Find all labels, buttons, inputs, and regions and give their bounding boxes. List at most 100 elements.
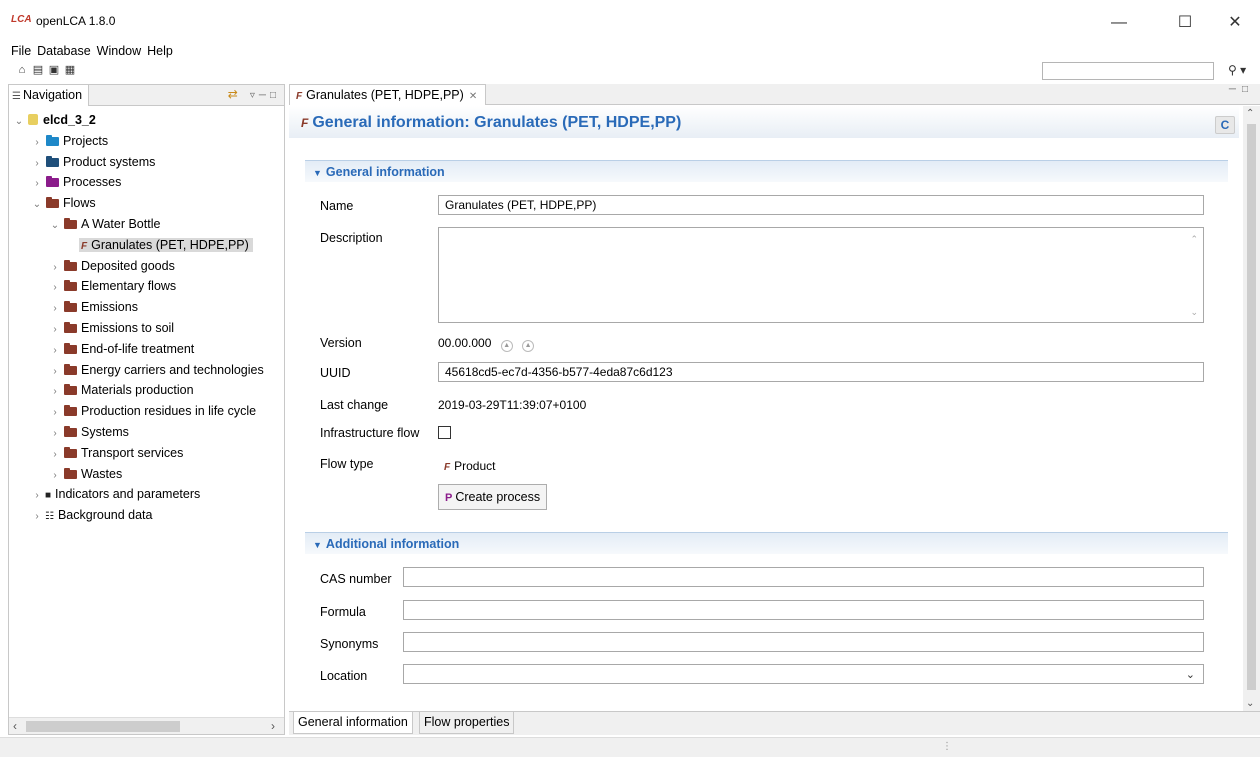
name-field[interactable]: Granulates (PET, HDPE,PP) xyxy=(438,195,1204,215)
scroll-down-icon[interactable]: ⌄ xyxy=(1190,307,1198,318)
cas-number-field[interactable] xyxy=(403,567,1204,587)
link-with-editor-icon[interactable]: ⇄ xyxy=(228,87,242,101)
chevron-right-icon[interactable]: › xyxy=(49,258,61,279)
formula-field[interactable] xyxy=(403,600,1204,620)
close-window-button[interactable]: ✕ xyxy=(1212,8,1258,38)
folder-icon xyxy=(46,134,59,146)
tree-item[interactable]: › Deposited goods xyxy=(9,256,284,277)
chevron-right-icon[interactable]: › xyxy=(49,278,61,299)
tree-item-label: End-of-life treatment xyxy=(81,341,195,356)
close-tab-icon[interactable]: ✕ xyxy=(469,91,477,102)
tree-item[interactable]: › Projects xyxy=(9,131,284,152)
chevron-right-icon[interactable]: › xyxy=(49,445,61,466)
chevron-down-icon[interactable]: ⌄ xyxy=(1186,666,1195,684)
description-field[interactable]: ⌃ ⌄ xyxy=(438,227,1204,323)
chevron-down-icon[interactable]: ⌄ xyxy=(49,216,61,237)
version-value-row: 00.00.000 ▲ ▲ xyxy=(438,336,535,352)
refresh-button[interactable]: C xyxy=(1215,116,1235,134)
chevron-down-icon[interactable]: ⌄ xyxy=(31,195,43,216)
infrastructure-flow-checkbox[interactable] xyxy=(438,426,451,439)
process-icon: P xyxy=(445,492,453,504)
menu-database[interactable]: Database xyxy=(34,42,94,60)
chevron-right-icon[interactable]: › xyxy=(31,507,43,528)
navigation-horizontal-scrollbar[interactable]: ‹ › xyxy=(9,717,284,734)
save-icon[interactable]: ▤ xyxy=(32,64,44,76)
tree-item[interactable]: › ■ Indicators and parameters xyxy=(9,484,284,505)
tab-flow-properties[interactable]: Flow properties xyxy=(419,712,515,734)
tree-item[interactable]: › Elementary flows xyxy=(9,276,284,297)
scrollbar-thumb[interactable] xyxy=(26,721,180,732)
collapse-icon: ▼ xyxy=(313,168,322,178)
chevron-right-icon[interactable]: › xyxy=(49,320,61,341)
scroll-left-icon[interactable]: ‹ xyxy=(13,718,17,735)
scroll-up-icon[interactable]: ⌃ xyxy=(1246,108,1254,119)
search-input[interactable] xyxy=(1042,62,1214,80)
save-all-icon[interactable]: ▦ xyxy=(64,64,76,76)
tree-item[interactable]: › Transport services xyxy=(9,443,284,464)
tree-item[interactable]: › Wastes xyxy=(9,464,284,485)
maximize-button[interactable]: ☐ xyxy=(1162,8,1208,38)
chevron-right-icon[interactable]: › xyxy=(49,382,61,403)
tree-item[interactable]: F Granulates (PET, HDPE,PP) xyxy=(9,235,284,256)
tree-item[interactable]: › End-of-life treatment xyxy=(9,339,284,360)
flow-icon: F xyxy=(296,91,303,102)
uuid-label: UUID xyxy=(320,366,351,380)
minimize-view-icon[interactable]: ─ xyxy=(259,90,270,101)
save-as-icon[interactable]: ▣ xyxy=(48,64,60,76)
tab-granulates[interactable]: F Granulates (PET, HDPE,PP) ✕ xyxy=(289,84,487,105)
additional-information-section: ▼ Additional information CAS number Formu… xyxy=(305,532,1228,692)
chevron-down-icon[interactable]: ⌄ xyxy=(13,112,25,133)
create-process-button[interactable]: P Create process xyxy=(438,484,548,510)
infrastructure-flow-label: Infrastructure flow xyxy=(320,426,420,440)
menu-help[interactable]: Help xyxy=(144,42,176,60)
chevron-right-icon[interactable]: › xyxy=(31,154,43,175)
tree-item[interactable]: › Production residues in life cycle xyxy=(9,401,284,422)
chevron-right-icon[interactable]: › xyxy=(49,362,61,383)
scroll-right-icon[interactable]: › xyxy=(271,718,275,735)
minimize-button[interactable]: — xyxy=(1096,8,1142,38)
chevron-right-icon[interactable]: › xyxy=(31,486,43,507)
chevron-right-icon[interactable]: › xyxy=(31,133,43,154)
location-select[interactable]: ⌄ xyxy=(403,664,1204,684)
window-title: openLCA 1.8.0 xyxy=(36,14,116,28)
synonyms-field[interactable] xyxy=(403,632,1204,652)
chevron-right-icon[interactable]: › xyxy=(49,341,61,362)
view-menu-icon[interactable]: ▿ xyxy=(250,90,259,101)
tab-general-information[interactable]: General information xyxy=(293,712,413,734)
chevron-right-icon[interactable]: › xyxy=(49,466,61,487)
menu-window[interactable]: Window xyxy=(94,42,144,60)
tree-item[interactable]: › Energy carriers and technologies xyxy=(9,360,284,381)
tree-item[interactable]: ⌄ Flows xyxy=(9,193,284,214)
uuid-field[interactable]: 45618cd5-ec7d-4356-b577-4eda87c6d123 xyxy=(438,362,1204,382)
chevron-right-icon[interactable]: › xyxy=(49,403,61,424)
search-icon[interactable]: ⚲ ▾ xyxy=(1228,63,1246,77)
editor-vertical-scrollbar[interactable]: ⌃ ⌄ xyxy=(1243,106,1260,711)
home-icon[interactable]: ⌂ xyxy=(16,64,28,76)
scroll-down-icon[interactable]: ⌄ xyxy=(1246,698,1254,709)
additional-information-header[interactable]: ▼ Additional information xyxy=(305,532,1228,554)
maximize-view-icon[interactable]: □ xyxy=(270,90,280,101)
general-information-header[interactable]: ▼ General information xyxy=(305,160,1228,182)
maximize-editor-icon[interactable]: □ xyxy=(1242,84,1254,95)
minimize-editor-icon[interactable]: ─ xyxy=(1229,84,1242,95)
tree-item[interactable]: ⌄ A Water Bottle xyxy=(9,214,284,235)
tree-item[interactable]: › Systems xyxy=(9,422,284,443)
tree-item[interactable]: › Emissions to soil xyxy=(9,318,284,339)
tree-item[interactable]: › Materials production xyxy=(9,380,284,401)
app-logo-icon: LCA xyxy=(11,14,32,25)
tree-item[interactable]: › Processes xyxy=(9,172,284,193)
version-up-icon[interactable]: ▲ xyxy=(500,340,513,352)
chevron-right-icon[interactable]: › xyxy=(49,299,61,320)
chevron-right-icon[interactable]: › xyxy=(31,174,43,195)
tree-item[interactable]: › Product systems xyxy=(9,152,284,173)
tree-item[interactable]: ⌄ elcd_3_2 xyxy=(9,110,284,131)
scrollbar-thumb[interactable] xyxy=(1247,124,1256,690)
chevron-right-icon[interactable]: › xyxy=(49,424,61,445)
version-down-icon[interactable]: ▲ xyxy=(522,340,535,352)
tree-item[interactable]: › Emissions xyxy=(9,297,284,318)
tab-navigation[interactable]: ☰ Navigation xyxy=(9,85,90,106)
menu-file[interactable]: File xyxy=(0,42,34,60)
tree-item[interactable]: › ☷ Background data xyxy=(9,505,284,526)
scroll-up-icon[interactable]: ⌃ xyxy=(1190,234,1198,245)
synonyms-label: Synonyms xyxy=(320,637,379,651)
